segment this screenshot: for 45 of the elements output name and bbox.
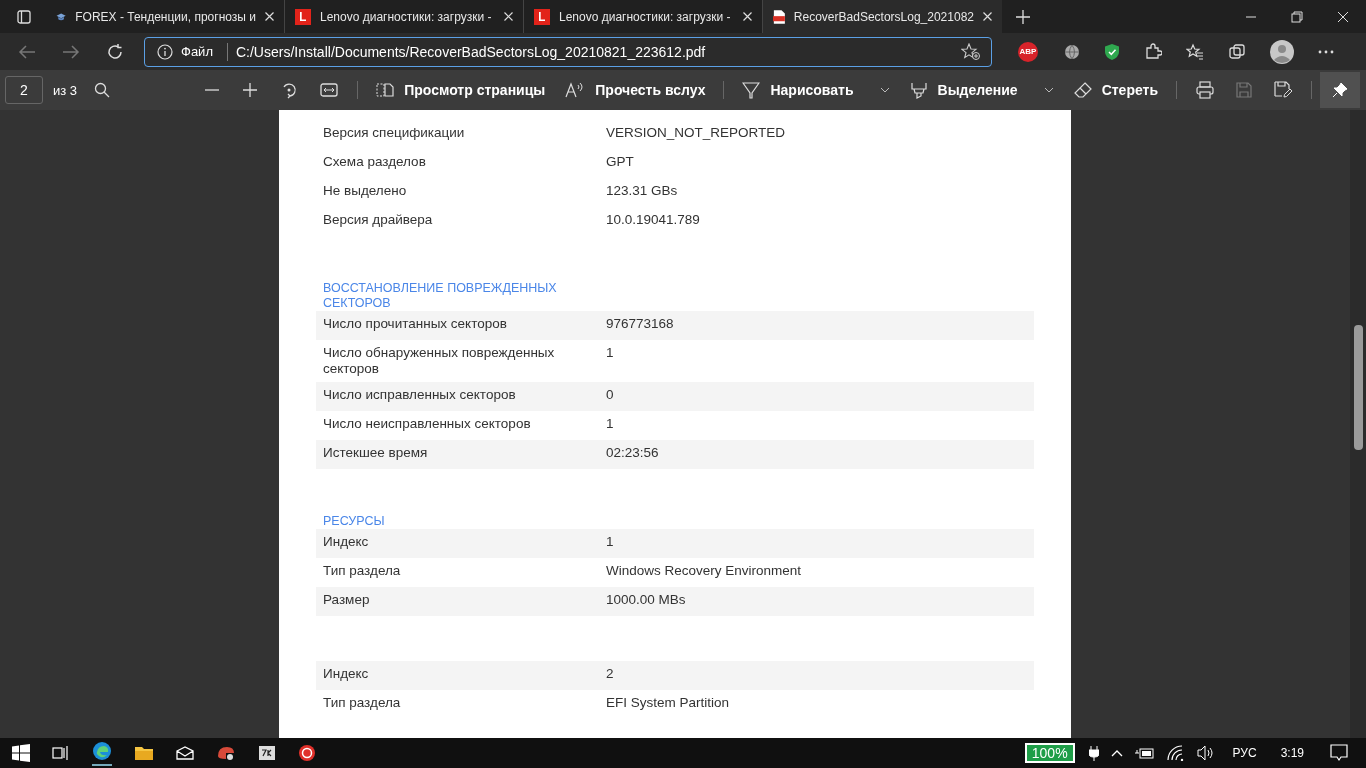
url-text: C:/Users/Install/Documents/RecoverBadSectorsLog_20210821_223612.pdf — [235, 43, 707, 60]
adblock-extension-button[interactable]: ABP — [1018, 41, 1038, 62]
section-heading: РЕСУРСЫ — [322, 514, 386, 529]
address-field[interactable]: Файл C:/Users/Install/Documents/RecoverBadSectorsLog_20210821_223612.pdf — [144, 36, 992, 67]
page-count: из 3 — [53, 82, 78, 98]
row-label: Число обнаруженных поврежденных секторов — [323, 345, 556, 377]
row-label: Не выделено — [323, 183, 408, 199]
section-heading: ВОССТАНОВЛЕНИЕ ПОВРЕЖДЕННЫХ СЕКТОРОВ — [322, 281, 558, 311]
toolbar-button[interactable]: Просмотр страницы — [366, 73, 556, 107]
row-value: 2 — [606, 666, 615, 682]
toolbar-button[interactable]: Стереть — [1063, 73, 1168, 107]
row-value: EFI System Partition — [606, 695, 731, 711]
battery-percentage: 100% — [1024, 743, 1075, 763]
scheme-label: Файл — [181, 44, 213, 59]
row-value: 1000.00 MBs — [606, 592, 687, 608]
row-value: Windows Recovery Environment — [606, 563, 803, 579]
row-label: Число прочитанных секторов — [323, 316, 508, 332]
toolbar-button[interactable]: Нарисовать — [732, 73, 900, 107]
toolbar-button[interactable]: Прочесть вслух — [555, 73, 716, 107]
row-value: VERSION_NOT_REPORTED — [606, 125, 787, 141]
input-language[interactable]: РУС — [1232, 746, 1257, 760]
row-value: 123.31 GBs — [606, 183, 679, 199]
page-number-field[interactable]: 2 — [5, 76, 43, 104]
row-label: Версия драйвера — [323, 212, 434, 228]
row-label: Число исправленных секторов — [323, 387, 517, 403]
row-value: 1 — [606, 534, 615, 550]
row-label: Версия спецификации — [323, 125, 466, 141]
row-label: Индекс — [323, 534, 370, 550]
row-value: 02:23:56 — [606, 445, 660, 461]
row-value: 1 — [606, 416, 615, 432]
row-label: Схема разделов — [323, 154, 427, 170]
row-value: 976773168 — [606, 316, 675, 332]
row-label: Истекшее время — [323, 445, 429, 461]
clock-time[interactable]: 3:19 — [1280, 746, 1304, 760]
row-value: 0 — [606, 387, 615, 403]
browser-tab[interactable]: RecoverBadSectorsLog_2021082 — [763, 0, 1002, 33]
row-value: 10.0.19041.789 — [606, 212, 701, 228]
row-label: Размер — [323, 592, 371, 608]
row-label: Число неисправленных секторов — [323, 416, 532, 432]
row-label: Тип раздела — [323, 695, 402, 711]
row-label: Индекс — [323, 666, 370, 682]
row-label: Тип раздела — [323, 563, 402, 579]
toolbar-button[interactable]: Выделение — [899, 73, 1064, 107]
row-value: 1 — [606, 345, 615, 361]
row-value: GPT — [606, 154, 635, 170]
